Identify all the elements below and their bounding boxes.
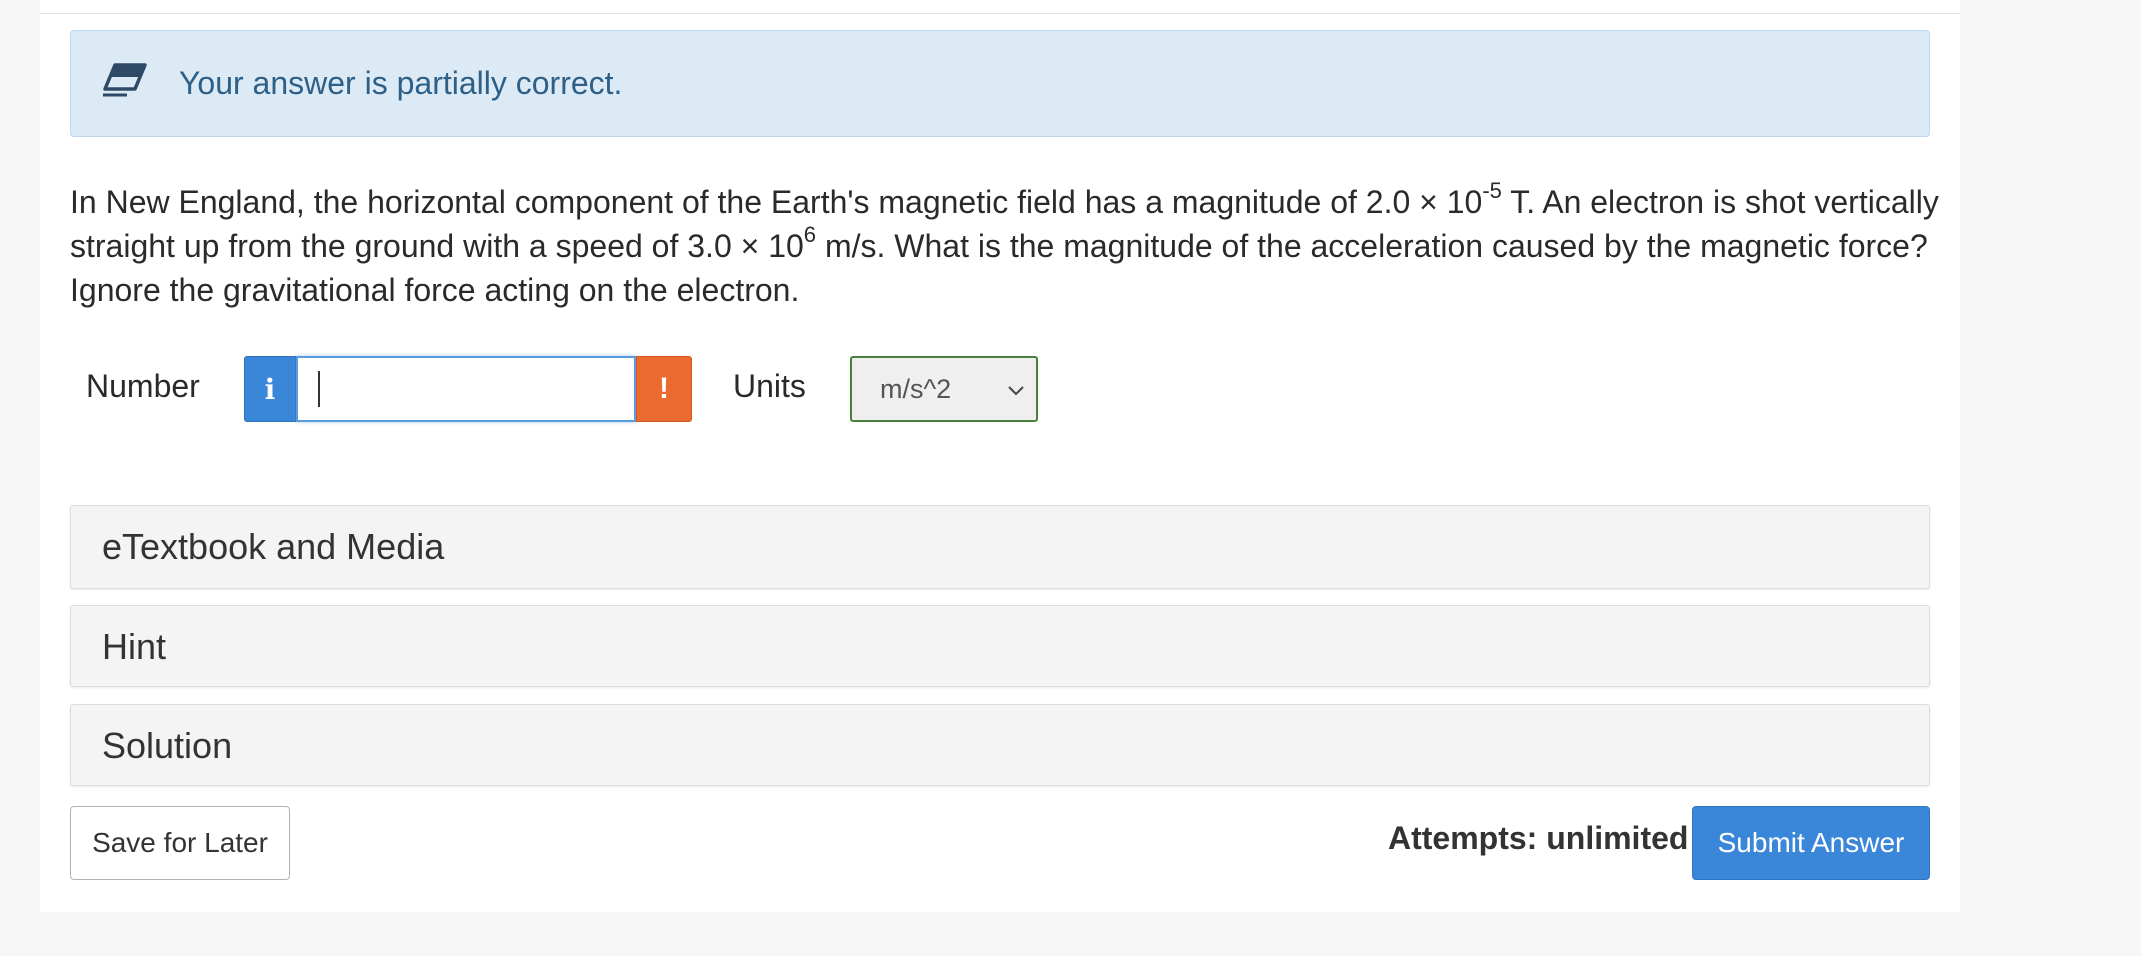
- chevron-down-icon: [1008, 386, 1024, 396]
- attempts-status: Attempts: unlimited: [1388, 820, 1689, 856]
- units-selected-value: m/s^2: [880, 373, 952, 404]
- alert-message: Your answer is partially correct.: [179, 65, 623, 101]
- question-text: In New England, the horizontal component…: [70, 180, 1950, 312]
- number-label: Number: [86, 368, 200, 404]
- save-for-later-button[interactable]: Save for Later: [70, 806, 290, 880]
- divider: [40, 13, 1960, 14]
- accordion-label: eTextbook and Media: [102, 526, 445, 567]
- info-icon[interactable]: i: [244, 356, 296, 422]
- accordion-solution[interactable]: Solution: [70, 704, 1930, 786]
- warning-icon[interactable]: !: [636, 356, 692, 422]
- units-select[interactable]: m/s^2: [850, 356, 1038, 422]
- partial-correct-alert: Your answer is partially correct.: [70, 30, 1930, 137]
- text-caret: [318, 371, 320, 407]
- exponent: -5: [1482, 178, 1502, 204]
- accordion-label: Hint: [102, 626, 167, 667]
- submit-answer-button[interactable]: Submit Answer: [1692, 806, 1930, 880]
- accordion-hint[interactable]: Hint: [70, 605, 1930, 687]
- accordion-etextbook[interactable]: eTextbook and Media: [70, 505, 1930, 589]
- question-panel: Your answer is partially correct. In New…: [40, 0, 1960, 912]
- units-label: Units: [733, 368, 806, 404]
- exponent: 6: [803, 222, 817, 248]
- question-text-part: In New England, the horizontal component…: [70, 184, 1483, 220]
- number-input[interactable]: [296, 356, 636, 422]
- accordion-label: Solution: [102, 725, 233, 766]
- eraser-icon: [103, 63, 147, 97]
